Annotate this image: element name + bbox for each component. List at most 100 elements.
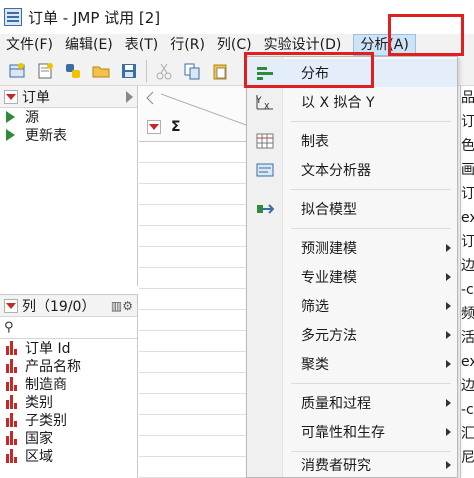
menu-item-label: 预测建模 [301, 241, 357, 257]
submenu-arrow-icon [446, 244, 451, 252]
grid-row[interactable] [139, 352, 249, 373]
menu-item-label: 制表 [301, 134, 329, 150]
menu-item-text-explorer[interactable]: 文本分析器 [247, 156, 457, 184]
column-label: 类别 [25, 395, 53, 411]
report-text-fragment: 色 [461, 138, 474, 154]
menu-item-fit-y-by-x[interactable]: YX 以 X 拟合 Y [247, 88, 457, 116]
column-label: 子类别 [25, 413, 67, 429]
menu-edit[interactable]: 编辑(E) [59, 34, 119, 56]
menu-item-label: 质量和过程 [301, 396, 371, 412]
menu-separator [291, 121, 451, 122]
grid-row[interactable] [139, 289, 249, 310]
report-text-fragment: -c [461, 282, 474, 298]
report-text-fragment: 订 [461, 234, 474, 250]
menu-separator [291, 383, 451, 384]
submenu-arrow-icon [446, 399, 451, 407]
grid-row[interactable] [139, 394, 249, 415]
search-icon: ⚲ [4, 320, 14, 335]
red-triangle-menu-icon[interactable] [147, 120, 161, 134]
submenu-arrow-icon [446, 461, 451, 469]
new-table-icon[interactable] [6, 60, 28, 82]
column-item[interactable]: 制造商 [0, 375, 137, 393]
grid-row[interactable] [139, 184, 249, 205]
run-script-icon[interactable] [6, 111, 15, 123]
grid-row[interactable] [139, 268, 249, 289]
python-icon[interactable] [62, 60, 84, 82]
table-script-source[interactable]: 源 [0, 108, 137, 126]
red-triangle-menu-icon[interactable] [4, 298, 18, 313]
menu-rows[interactable]: 行(R) [164, 34, 211, 56]
column-label: 产品名称 [25, 359, 81, 375]
menu-item-consumer-research[interactable]: 消费者研究 [247, 451, 457, 478]
menu-item-label: 多元方法 [301, 328, 357, 344]
menu-item-predictive-modeling[interactable]: 预测建模 [247, 234, 457, 262]
nominal-column-icon [6, 377, 20, 391]
copy-icon[interactable] [181, 60, 203, 82]
column-label: 制造商 [25, 377, 67, 393]
run-script-icon[interactable] [6, 129, 15, 141]
menu-file[interactable]: 文件(F) [0, 34, 59, 56]
grid-row[interactable] [139, 163, 249, 184]
menu-item-fit-model[interactable]: 拟合模型 [247, 195, 457, 223]
grid-row[interactable] [139, 373, 249, 394]
grid-row[interactable] [139, 142, 249, 163]
nominal-column-icon [6, 359, 20, 373]
menu-item-quality-process[interactable]: 质量和过程 [247, 389, 457, 417]
new-script-icon[interactable] [34, 60, 56, 82]
report-text-fragment: ex [461, 210, 474, 226]
column-label: 区域 [25, 449, 53, 465]
data-grid[interactable]: Σ [139, 86, 249, 478]
grid-row[interactable] [139, 205, 249, 226]
column-item[interactable]: 订单 Id [0, 339, 137, 357]
jmp-table-icon [4, 8, 22, 26]
column-label: 国家 [25, 431, 53, 447]
tables-panel-header: 订单 [0, 86, 137, 108]
sigma-icon[interactable]: Σ [171, 119, 181, 135]
menu-item-clustering[interactable]: 聚类 [247, 350, 457, 378]
submenu-arrow-icon [446, 273, 451, 281]
menu-item-multivariate-methods[interactable]: 多元方法 [247, 321, 457, 349]
grid-row[interactable] [139, 415, 249, 436]
report-text-strip: 品 订 色 画 订 ex 订 边 -c 频 活 ex 边 -c 汇 尼 [460, 86, 474, 478]
columns-panel-header: 列（19/0） ▥⚙ [0, 295, 137, 317]
grid-row[interactable] [139, 247, 249, 268]
grid-row[interactable] [139, 331, 249, 352]
column-item[interactable]: 国家 [0, 429, 137, 447]
column-item[interactable]: 区域 [0, 447, 137, 465]
menu-tables[interactable]: 表(T) [119, 34, 164, 56]
submenu-arrow-icon [446, 428, 451, 436]
column-item[interactable]: 子类别 [0, 411, 137, 429]
paste-icon[interactable] [209, 60, 231, 82]
open-folder-icon[interactable] [90, 60, 112, 82]
grid-row[interactable] [139, 436, 249, 457]
menu-item-screening[interactable]: 筛选 [247, 292, 457, 320]
grid-row[interactable] [139, 310, 249, 331]
report-text-fragment: 尼 [461, 450, 474, 466]
menu-item-label: 聚类 [301, 357, 329, 373]
column-item[interactable]: 产品名称 [0, 357, 137, 375]
grid-row[interactable] [139, 226, 249, 247]
red-triangle-menu-icon[interactable] [4, 89, 18, 104]
nominal-column-icon [6, 395, 20, 409]
column-item[interactable]: 类别 [0, 393, 137, 411]
report-text-fragment: 画 [461, 162, 474, 178]
analyze-dropdown-menu: 分布 YX 以 X 拟合 Y 制表 文本分析器 拟合模型 预测建模 专业建模 筛… [246, 56, 458, 478]
grid-row[interactable] [139, 457, 249, 478]
column-search-field[interactable]: ⚲ [0, 317, 137, 339]
menu-item-tabulate[interactable]: 制表 [247, 127, 457, 155]
menu-item-specialized-modeling[interactable]: 专业建模 [247, 263, 457, 291]
window-title: 订单 - JMP 试用 [2] [28, 8, 161, 27]
table-script-update[interactable]: 更新表 [0, 126, 137, 144]
fit-y-by-x-icon: YX [247, 94, 283, 110]
collapse-arrow-icon[interactable] [126, 90, 133, 103]
save-icon[interactable] [118, 60, 140, 82]
menu-item-reliability-survival[interactable]: 可靠性和生存 [247, 418, 457, 446]
grid-header: Σ [139, 86, 249, 142]
columns-settings-icon[interactable]: ▥⚙ [111, 299, 133, 313]
table-name: 订单 [22, 89, 50, 106]
report-text-fragment: ex [461, 354, 474, 370]
report-text-fragment: -c [461, 402, 474, 418]
cut-icon[interactable] [153, 60, 175, 82]
report-text-fragment: 活 [461, 330, 474, 346]
nominal-column-icon [6, 341, 20, 355]
